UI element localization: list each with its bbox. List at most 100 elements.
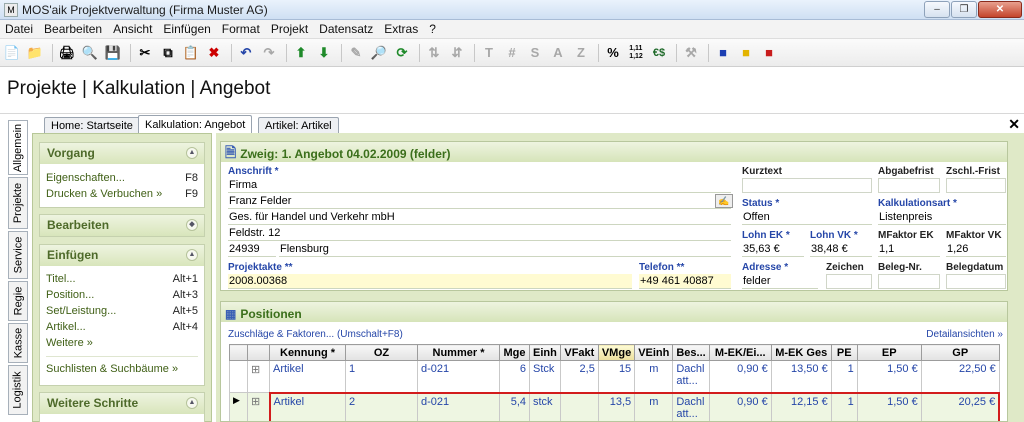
sort-descending-icon[interactable]: ⇵ xyxy=(447,43,467,63)
user-blue-icon[interactable]: ■ xyxy=(713,43,733,63)
sort-ascending-icon[interactable]: ⇅ xyxy=(424,43,444,63)
open-folder-icon[interactable]: 📁 xyxy=(25,43,45,63)
percent-button[interactable]: % xyxy=(603,43,623,63)
mfek-field[interactable]: 1,1 xyxy=(878,242,940,257)
row-selector-current[interactable]: ▶ xyxy=(229,392,248,421)
lohnek-field[interactable]: 35,63 € xyxy=(742,242,804,257)
section-bearbeiten-header[interactable]: Bearbeiten ◆ xyxy=(40,215,204,236)
menu-datei[interactable]: Datei xyxy=(0,22,39,36)
abgabefrist-field[interactable] xyxy=(878,178,940,193)
adresse-field[interactable]: felder xyxy=(742,274,818,289)
format-hash-button[interactable]: # xyxy=(502,43,522,63)
expand-icon[interactable]: ⊞ xyxy=(247,360,270,393)
col-ep[interactable]: EP xyxy=(856,344,922,361)
belegdatum-field[interactable] xyxy=(946,274,1006,289)
tab-kalkulation[interactable]: Kalkulation: Angebot xyxy=(138,115,253,134)
menu-extras[interactable]: Extras xyxy=(379,22,424,36)
user-red-icon[interactable]: ■ xyxy=(759,43,779,63)
mfvk-field[interactable]: 1,26 xyxy=(946,242,1006,257)
currency-button[interactable]: €$ xyxy=(649,43,669,63)
menu-format[interactable]: Format xyxy=(217,22,266,36)
menu-ansicht[interactable]: Ansicht xyxy=(108,22,158,36)
action-titel[interactable]: Titel... Alt+1 xyxy=(40,271,204,287)
menu-bearbeiten[interactable]: Bearbeiten xyxy=(39,22,108,36)
vtab-allgemein[interactable]: Allgemein xyxy=(8,120,28,175)
kalkart-field[interactable]: Listenpreis xyxy=(878,210,1006,225)
col-pe[interactable]: PE xyxy=(830,344,858,361)
vtab-projekte[interactable]: Projekte xyxy=(8,177,28,229)
zschl-field[interactable] xyxy=(946,178,1006,193)
col-mek[interactable]: M-EK/Ei... xyxy=(708,344,772,361)
row-selector[interactable] xyxy=(229,360,248,393)
anschrift-line-3[interactable]: Ges. für Handel und Verkehr mbH xyxy=(228,210,731,225)
action-set-leistung[interactable]: Set/Leistung... Alt+5 xyxy=(40,303,204,319)
col-vmge[interactable]: VMge xyxy=(597,344,636,361)
kurztext-field[interactable] xyxy=(742,178,872,193)
close-tab-icon[interactable]: ✕ xyxy=(1008,116,1020,133)
action-drucken-verbuchen[interactable]: Drucken & Verbuchen » F9 xyxy=(40,186,204,202)
delete-icon[interactable]: ✖ xyxy=(204,43,224,63)
vtab-kasse[interactable]: Kasse xyxy=(8,323,28,363)
lohnvk-field[interactable]: 38,48 € xyxy=(810,242,872,257)
restore-button[interactable]: ❐ xyxy=(951,1,977,18)
action-eigenschaften[interactable]: Eigenschaften... F8 xyxy=(40,170,204,186)
menu-einfuegen[interactable]: Einfügen xyxy=(158,22,216,36)
minimize-button[interactable]: – xyxy=(924,1,950,18)
vtab-service[interactable]: Service xyxy=(8,231,28,279)
table-row[interactable]: ⊞ Artikel 1 d-021 6 Stck 2,5 15 m Dachl … xyxy=(229,360,1000,393)
tools-icon[interactable]: ⚒ xyxy=(681,43,701,63)
zuschlaege-link[interactable]: Zuschläge & Faktoren... (Umschalt+F8) xyxy=(228,329,403,340)
edit-pencil-icon[interactable]: ✎ xyxy=(346,43,366,63)
anschrift-line-2[interactable]: Franz Felder xyxy=(228,194,731,209)
menu-datensatz[interactable]: Datensatz xyxy=(314,22,379,36)
collapse-icon[interactable]: ▲ xyxy=(186,147,198,159)
collapse-icon[interactable]: ▲ xyxy=(186,249,198,261)
collapse-icon[interactable]: ▲ xyxy=(186,397,198,409)
format-a-button[interactable]: A xyxy=(548,43,568,63)
signature-icon[interactable]: ✍ xyxy=(715,194,733,208)
save-icon[interactable]: 💾 xyxy=(103,43,123,63)
user-yellow-icon[interactable]: ■ xyxy=(736,43,756,63)
menu-projekt[interactable]: Projekt xyxy=(266,22,314,36)
vtab-regie[interactable]: Regie xyxy=(8,281,28,321)
action-suchlisten[interactable]: Suchlisten & Suchbäume » xyxy=(40,361,204,377)
paste-icon[interactable]: 📋 xyxy=(181,43,201,63)
number-format-button[interactable]: 1,11 1,12 xyxy=(626,43,646,63)
move-up-icon[interactable]: ⬆ xyxy=(291,43,311,63)
plz-field[interactable]: 24939 xyxy=(228,242,276,257)
col-veinh[interactable]: VEinh xyxy=(634,344,674,361)
tab-home[interactable]: Home: Startseite xyxy=(44,117,140,134)
format-s-button[interactable]: S xyxy=(525,43,545,63)
col-oz[interactable]: OZ xyxy=(345,344,418,361)
vtab-logistik[interactable]: Logistik xyxy=(8,365,28,415)
expand-icon[interactable]: ⊞ xyxy=(247,392,270,421)
col-kennung[interactable]: Kennung * xyxy=(269,344,346,361)
format-z-button[interactable]: Z xyxy=(571,43,591,63)
action-artikel[interactable]: Artikel... Alt+4 xyxy=(40,319,204,335)
new-file-icon[interactable]: 📄 xyxy=(2,43,22,63)
undo-icon[interactable]: ↶ xyxy=(236,43,256,63)
anschrift-line-1[interactable]: Firma xyxy=(228,178,731,193)
section-einfuegen-header[interactable]: Einfügen ▲ xyxy=(40,245,204,266)
table-row-selected[interactable]: ▶ ⊞ Artikel 2 d-021 5,4 stck 13,5 m Dach… xyxy=(229,391,1001,421)
close-window-button[interactable]: ✕ xyxy=(978,1,1022,18)
expand-icon[interactable]: ◆ xyxy=(186,219,198,231)
action-position[interactable]: Position... Alt+3 xyxy=(40,287,204,303)
status-field[interactable]: Offen xyxy=(742,210,872,225)
col-mekges[interactable]: M-EK Ges xyxy=(770,344,832,361)
menu-help[interactable]: ? xyxy=(424,22,442,36)
copy-icon[interactable]: ⧉ xyxy=(158,43,178,63)
col-vfakt[interactable]: VFakt xyxy=(559,344,599,361)
search-icon[interactable]: 🔎 xyxy=(369,43,389,63)
col-bes[interactable]: Bes... xyxy=(672,344,710,361)
redo-icon[interactable]: ↷ xyxy=(259,43,279,63)
cut-icon[interactable]: ✂ xyxy=(135,43,155,63)
col-gp[interactable]: GP xyxy=(920,344,1000,361)
zeichen-field[interactable] xyxy=(826,274,872,289)
detailansichten-link[interactable]: Detailansichten » xyxy=(926,329,1003,340)
col-einh[interactable]: Einh xyxy=(529,344,561,361)
refresh-icon[interactable]: ⟳ xyxy=(392,43,412,63)
telefon-field[interactable]: +49 461 40887 xyxy=(639,274,731,289)
projektakte-field[interactable]: 2008.00368 xyxy=(228,274,632,289)
move-down-icon[interactable]: ⬇ xyxy=(314,43,334,63)
